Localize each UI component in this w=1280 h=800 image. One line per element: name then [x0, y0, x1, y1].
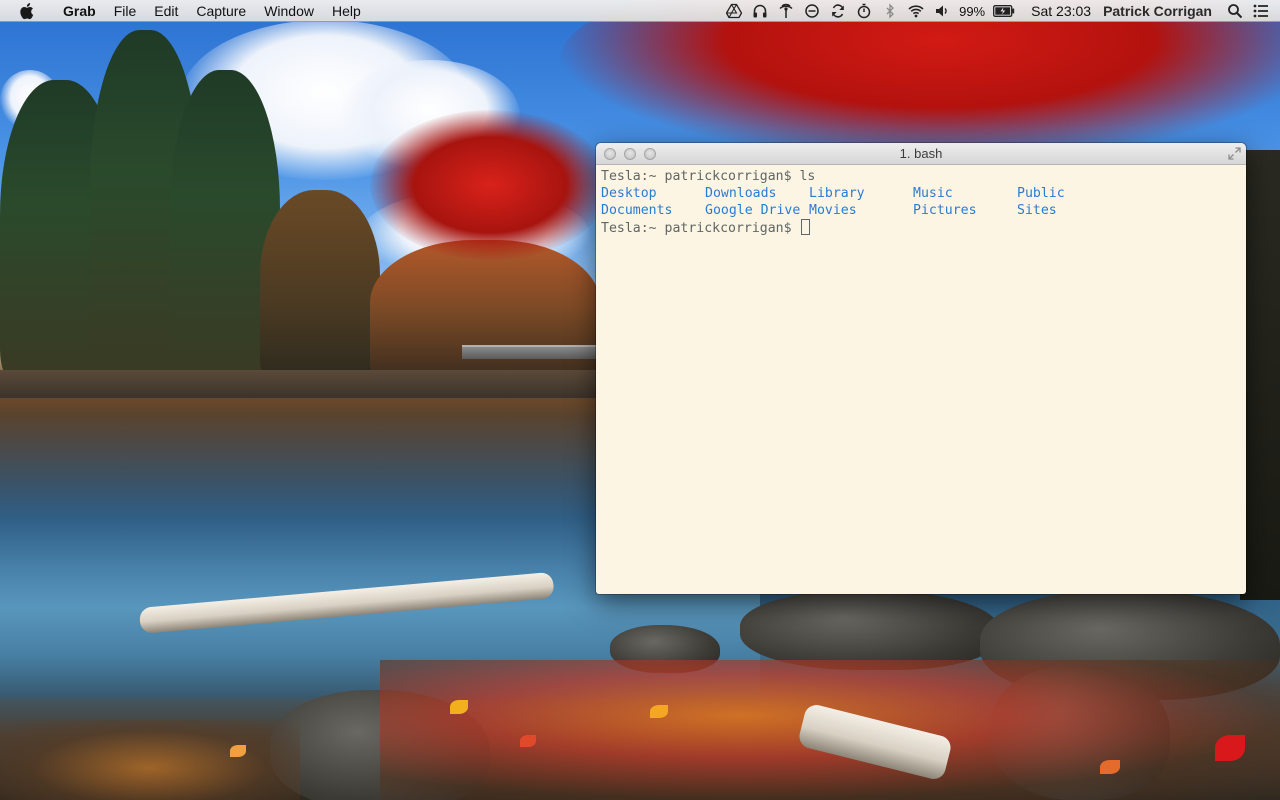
sync-icon[interactable]: [827, 0, 849, 22]
ls-entry: Documents: [601, 203, 673, 218]
volume-icon[interactable]: [931, 0, 953, 22]
ls-entry: Music: [913, 186, 953, 201]
apple-menu-icon[interactable]: [18, 0, 38, 22]
menu-edit[interactable]: Edit: [145, 0, 187, 22]
fast-user-switching-name[interactable]: Patrick Corrigan: [1099, 3, 1222, 19]
ls-output: Desktop Downloads Library Music Public D…: [601, 185, 1246, 219]
ls-entry: Movies: [809, 203, 857, 218]
app-menu-grab[interactable]: Grab: [54, 0, 105, 22]
spotlight-search-icon[interactable]: [1224, 0, 1246, 22]
wallpaper-tree: [370, 240, 600, 380]
battery-percent: 99%: [959, 3, 986, 19]
wallpaper-forest: [1240, 150, 1280, 600]
wifi-icon[interactable]: [905, 0, 927, 22]
wallpaper-leaf: [230, 745, 246, 757]
menu-bar: Grab File Edit Capture Window Help 99% S…: [0, 0, 1280, 22]
terminal-title: 1. bash: [899, 146, 943, 161]
menu-capture[interactable]: Capture: [187, 0, 255, 22]
headphones-icon[interactable]: [749, 0, 771, 22]
wallpaper-leaf: [520, 735, 536, 747]
ls-entry: Pictures: [913, 203, 977, 218]
wallpaper-tree: [260, 190, 380, 380]
terminal-prompt-line[interactable]: Tesla:~ patrickcorrigan$: [601, 219, 1246, 236]
do-not-disturb-icon[interactable]: [801, 0, 823, 22]
menu-window[interactable]: Window: [255, 0, 323, 22]
ls-entry: Sites: [1017, 203, 1057, 218]
wallpaper-leaf: [450, 700, 468, 714]
wallpaper-leaf: [1215, 735, 1245, 761]
terminal-titlebar[interactable]: 1. bash: [596, 143, 1246, 165]
ls-entry: Downloads: [705, 186, 777, 201]
menu-file[interactable]: File: [105, 0, 146, 22]
wallpaper-shore: [0, 370, 600, 400]
ls-entry: Library: [809, 186, 865, 201]
fullscreen-toggle-icon[interactable]: [1227, 146, 1242, 161]
antenna-icon[interactable]: [775, 0, 797, 22]
google-drive-icon[interactable]: [723, 0, 745, 22]
text-cursor: [800, 219, 810, 235]
wallpaper-leaf: [650, 705, 668, 718]
notification-center-icon[interactable]: [1250, 0, 1272, 22]
wallpaper-rock: [740, 590, 1000, 670]
bluetooth-icon[interactable]: [879, 0, 901, 22]
battery-charging-icon[interactable]: [991, 0, 1017, 22]
menu-help[interactable]: Help: [323, 0, 370, 22]
ls-entry: Public: [1017, 186, 1065, 201]
wallpaper-bridge: [462, 345, 596, 359]
wallpaper-maple-leaves: [560, 0, 1280, 160]
wallpaper-maple-leaves: [370, 110, 610, 260]
ls-entry: Desktop: [601, 186, 657, 201]
menubar-clock[interactable]: Sat 23:03: [1019, 3, 1099, 19]
timer-icon[interactable]: [853, 0, 875, 22]
terminal-command-line: Tesla:~ patrickcorrigan$ ls: [601, 169, 816, 184]
ls-entry: Google Drive: [705, 203, 801, 218]
terminal-content[interactable]: Tesla:~ patrickcorrigan$ ls Desktop Down…: [596, 165, 1246, 236]
terminal-prompt: Tesla:~ patrickcorrigan$: [601, 221, 800, 236]
wallpaper-fallen-leaves: [0, 720, 300, 800]
wallpaper-leaf: [1100, 760, 1120, 774]
terminal-window[interactable]: 1. bash Tesla:~ patrickcorrigan$ ls Desk…: [596, 143, 1246, 594]
